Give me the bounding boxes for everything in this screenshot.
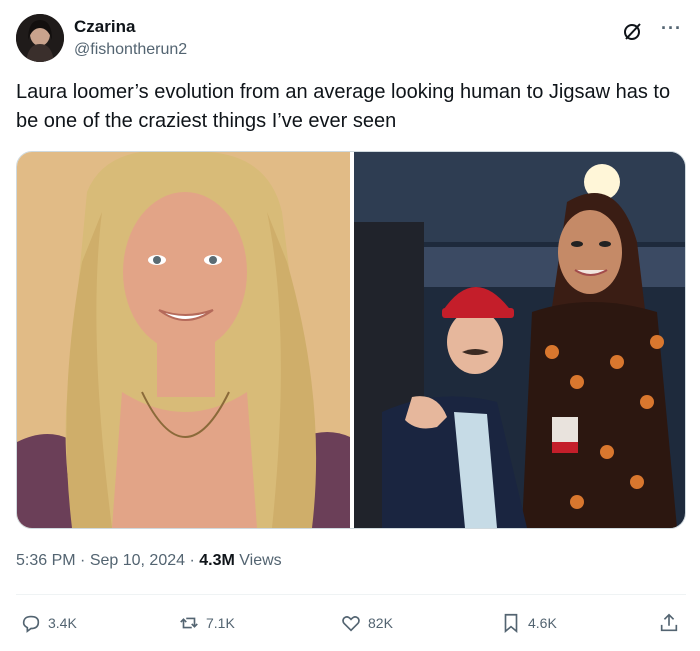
repost-icon: [180, 617, 198, 629]
like-button[interactable]: 82K: [340, 605, 393, 641]
share-icon: [660, 613, 678, 632]
tweet-meta: 5:36 PM · Sep 10, 2024 · 4.3M Views: [16, 552, 282, 570]
repost-count: 7.1K: [206, 615, 235, 631]
action-bar: 3.4K 7.1K 82K 4.6K: [16, 605, 686, 641]
user-handle[interactable]: @fishontherun2: [74, 41, 187, 59]
tweet-text: Laura loomer’s evolution from an average…: [16, 81, 671, 132]
views-count: 4.3M: [199, 552, 235, 569]
divider: [16, 594, 686, 595]
reply-button[interactable]: 3.4K: [20, 605, 77, 641]
photo-left[interactable]: [17, 152, 350, 528]
bookmark-icon: [504, 613, 518, 634]
meta-separator: ·: [75, 552, 90, 569]
bookmark-button[interactable]: 4.6K: [500, 605, 557, 641]
heart-icon: [342, 616, 360, 632]
avatar[interactable]: [16, 14, 64, 62]
reply-count: 3.4K: [48, 615, 77, 631]
tweet-header: Czarina @fishontherun2 ···: [16, 14, 684, 64]
bookmark-count: 4.6K: [528, 615, 557, 631]
views-label: Views: [234, 552, 282, 569]
share-button[interactable]: [658, 605, 680, 641]
grok-icon[interactable]: [622, 20, 644, 42]
display-name[interactable]: Czarina: [74, 17, 135, 37]
meta-separator: ·: [185, 552, 200, 569]
photo-right[interactable]: [354, 152, 685, 528]
like-count: 82K: [368, 615, 393, 631]
repost-button[interactable]: 7.1K: [178, 605, 235, 641]
tweet-media[interactable]: [16, 151, 686, 529]
reply-icon: [22, 615, 40, 633]
more-options-icon[interactable]: ···: [661, 18, 682, 39]
tweet-time[interactable]: 5:36 PM: [16, 552, 76, 569]
tweet-date[interactable]: Sep 10, 2024: [90, 552, 185, 569]
